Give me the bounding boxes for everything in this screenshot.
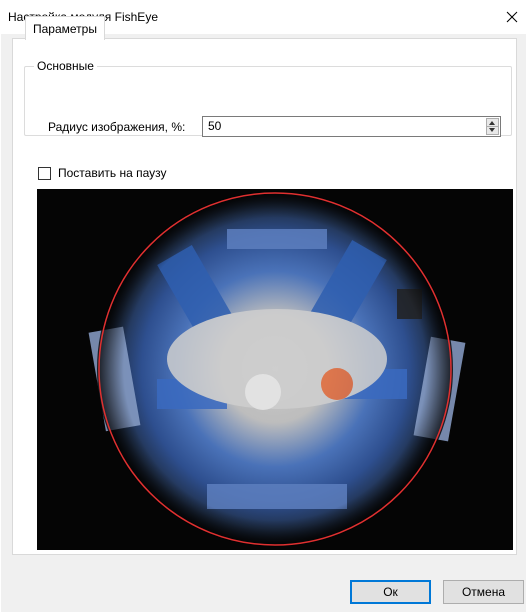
spin-buttons[interactable] xyxy=(486,118,499,135)
ok-button[interactable]: Ок xyxy=(350,580,431,604)
fisheye-image xyxy=(88,191,466,547)
pause-label[interactable]: Поставить на паузу xyxy=(58,166,167,180)
group-main-title: Основные xyxy=(34,59,97,73)
tab-parameters-label: Параметры xyxy=(33,22,97,36)
close-button[interactable] xyxy=(497,0,527,34)
spin-down-icon[interactable] xyxy=(489,128,495,132)
spin-divider xyxy=(487,126,498,127)
fisheye-preview xyxy=(37,189,513,550)
spin-up-icon[interactable] xyxy=(489,121,495,125)
pause-checkbox[interactable] xyxy=(38,167,51,180)
radius-label: Радиус изображения, %: xyxy=(48,120,186,134)
radius-spinbox[interactable]: 50 xyxy=(202,116,501,137)
radius-value[interactable]: 50 xyxy=(208,119,221,133)
close-icon xyxy=(506,11,518,23)
tab-parameters[interactable]: Параметры xyxy=(25,16,105,40)
cancel-button[interactable]: Отмена xyxy=(443,580,524,604)
